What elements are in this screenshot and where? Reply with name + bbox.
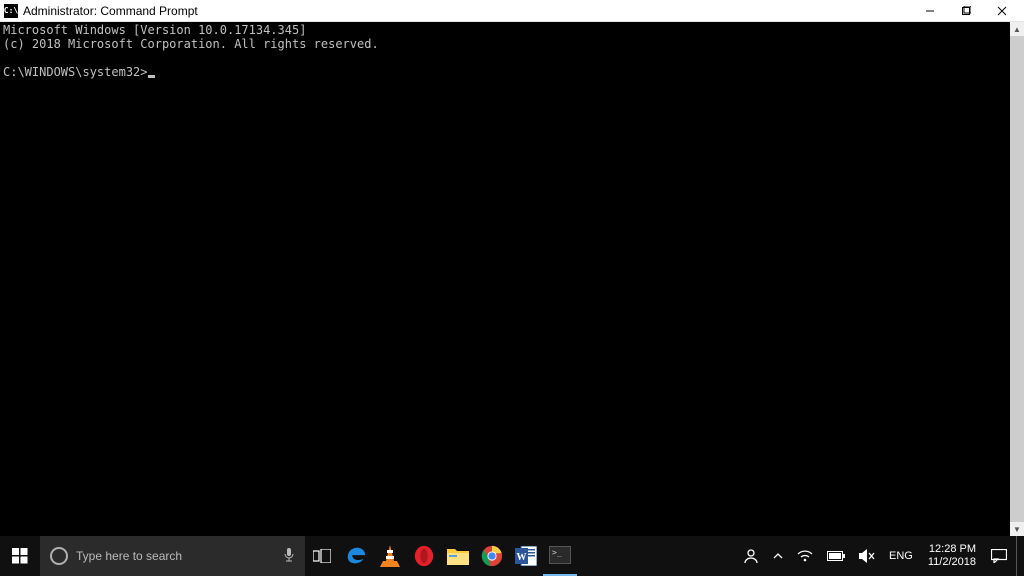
close-button[interactable] (984, 0, 1020, 22)
minimize-button[interactable] (912, 0, 948, 22)
scroll-up-arrow[interactable]: ▲ (1010, 22, 1024, 36)
chevron-up-icon (773, 552, 783, 560)
battery-button[interactable] (822, 536, 850, 576)
terminal-prompt: C:\WINDOWS\system32> (3, 65, 148, 79)
terminal-output[interactable]: Microsoft Windows [Version 10.0.17134.34… (0, 22, 1024, 536)
chrome-button[interactable] (475, 536, 509, 576)
language-indicator[interactable]: ENG (884, 536, 918, 576)
chrome-icon (480, 544, 504, 568)
terminal-cursor (148, 75, 155, 78)
battery-icon (827, 551, 845, 561)
word-icon: W (514, 544, 538, 568)
edge-button[interactable] (339, 536, 373, 576)
edge-icon (344, 544, 368, 568)
tray-overflow-button[interactable] (768, 536, 788, 576)
scroll-down-arrow[interactable]: ▼ (1010, 522, 1024, 536)
task-view-icon (313, 549, 331, 563)
start-button[interactable] (0, 536, 40, 576)
search-box[interactable]: Type here to search (40, 536, 305, 576)
clock-time: 12:28 PM (929, 543, 976, 556)
scroll-thumb[interactable] (1010, 36, 1024, 522)
taskbar: Type here to search (0, 536, 1024, 576)
scroll-track[interactable] (1010, 36, 1024, 522)
network-button[interactable] (792, 536, 818, 576)
clock-button[interactable]: 12:28 PM 11/2/2018 (922, 536, 982, 576)
maximize-button[interactable] (948, 0, 984, 22)
terminal-line: Microsoft Windows [Version 10.0.17134.34… (3, 23, 306, 37)
word-button[interactable]: W (509, 536, 543, 576)
cmd-taskbar-button[interactable] (543, 536, 577, 576)
terminal-line: (c) 2018 Microsoft Corporation. All righ… (3, 37, 379, 51)
wifi-icon (797, 550, 813, 562)
action-center-icon (991, 549, 1007, 563)
vertical-scrollbar[interactable]: ▲ ▼ (1010, 22, 1024, 536)
search-placeholder: Type here to search (76, 549, 182, 563)
vlc-icon (378, 544, 402, 568)
microphone-icon[interactable] (283, 547, 295, 566)
people-button[interactable] (738, 536, 764, 576)
cortana-icon (50, 547, 68, 565)
file-explorer-button[interactable] (441, 536, 475, 576)
file-explorer-icon (446, 544, 470, 568)
opera-button[interactable] (407, 536, 441, 576)
people-icon (743, 548, 759, 564)
action-center-button[interactable] (986, 536, 1012, 576)
window-title: Administrator: Command Prompt (23, 4, 198, 18)
opera-icon (412, 544, 436, 568)
language-label: ENG (889, 550, 913, 562)
volume-button[interactable] (854, 536, 880, 576)
windows-icon (12, 548, 28, 564)
volume-mute-icon (859, 549, 875, 563)
task-view-button[interactable] (305, 536, 339, 576)
vlc-button[interactable] (373, 536, 407, 576)
cmd-taskbar-icon (549, 546, 571, 564)
system-tray: ENG 12:28 PM 11/2/2018 (736, 536, 1024, 576)
command-prompt-window: C:\ Administrator: Command Prompt Micros… (0, 0, 1024, 536)
svg-text:W: W (517, 552, 527, 563)
window-title-bar[interactable]: C:\ Administrator: Command Prompt (0, 0, 1024, 22)
clock-date: 11/2/2018 (928, 556, 976, 569)
taskbar-pinned-apps: W (305, 536, 577, 576)
show-desktop-button[interactable] (1016, 536, 1022, 576)
cmd-icon: C:\ (4, 4, 18, 18)
